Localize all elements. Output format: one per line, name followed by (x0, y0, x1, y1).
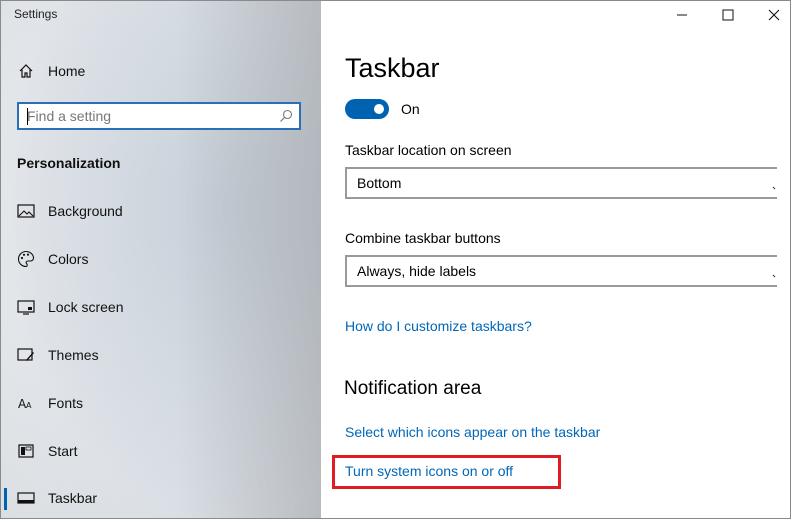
page-title: Taskbar (345, 53, 440, 83)
location-dropdown[interactable]: Bottom (345, 167, 777, 199)
sidebar-item-taskbar[interactable]: Taskbar (1, 478, 321, 518)
sidebar-item-label: Colors (48, 251, 89, 267)
combine-label: Combine taskbar buttons (345, 230, 501, 246)
location-value: Bottom (357, 175, 402, 191)
sidebar-item-label: Lock screen (48, 299, 124, 315)
search-icon[interactable] (279, 108, 293, 127)
maximize-button[interactable] (705, 1, 751, 29)
window-title: Settings (14, 7, 58, 21)
sidebar-item-label: Start (48, 443, 78, 459)
settings-window: Settings Home Personalization Background (0, 0, 791, 519)
taskbar-toggle[interactable] (345, 99, 389, 119)
close-icon (768, 6, 780, 25)
minimize-button[interactable] (659, 1, 705, 29)
sidebar-item-background[interactable]: Background (1, 191, 321, 231)
toggle-knob (374, 104, 384, 114)
sidebar-item-label: Fonts (48, 395, 84, 411)
search-box[interactable] (17, 102, 301, 130)
text-caret (27, 108, 28, 125)
toggle-state-label: On (401, 101, 420, 117)
maximize-icon (722, 6, 734, 25)
customize-help-link[interactable]: How do I customize taskbars? (345, 318, 532, 334)
chevron-down-icon (771, 178, 777, 197)
sidebar-item-lock-screen[interactable]: Lock screen (1, 287, 321, 327)
sidebar-item-label: Themes (48, 347, 99, 363)
sidebar-item-colors[interactable]: Colors (1, 239, 321, 279)
sidebar-item-home[interactable]: Home (1, 51, 321, 91)
sidebar-item-fonts[interactable]: AA Fonts (1, 383, 321, 423)
home-icon (16, 61, 36, 81)
sidebar-item-label: Home (48, 63, 86, 79)
sidebar-item-themes[interactable]: Themes (1, 335, 321, 375)
picture-icon (16, 201, 36, 221)
notification-area-title: Notification area (344, 378, 482, 399)
taskbar-icon (16, 488, 36, 508)
palette-icon (16, 249, 36, 269)
section-title: Personalization (17, 155, 121, 171)
main-content: Taskbar On Taskbar location on screen Bo… (321, 1, 790, 518)
fonts-icon: AA (16, 393, 36, 413)
chevron-down-icon (771, 266, 777, 285)
sidebar-item-label: Taskbar (48, 490, 98, 506)
combine-dropdown[interactable]: Always, hide labels (345, 255, 777, 287)
sidebar: Settings Home Personalization Background (1, 1, 321, 518)
start-icon (16, 441, 36, 461)
lock-screen-icon (16, 297, 36, 317)
system-icons-link[interactable]: Turn system icons on or off (345, 463, 513, 479)
minimize-icon (676, 6, 688, 25)
sidebar-item-label: Background (48, 203, 123, 219)
themes-icon (16, 345, 36, 365)
svg-text:A: A (26, 401, 32, 410)
sidebar-item-start[interactable]: Start (1, 431, 321, 471)
close-button[interactable] (751, 1, 790, 29)
location-label: Taskbar location on screen (345, 142, 512, 158)
combine-value: Always, hide labels (357, 263, 477, 279)
select-icons-link[interactable]: Select which icons appear on the taskbar (345, 424, 600, 440)
search-input[interactable] (27, 106, 267, 126)
